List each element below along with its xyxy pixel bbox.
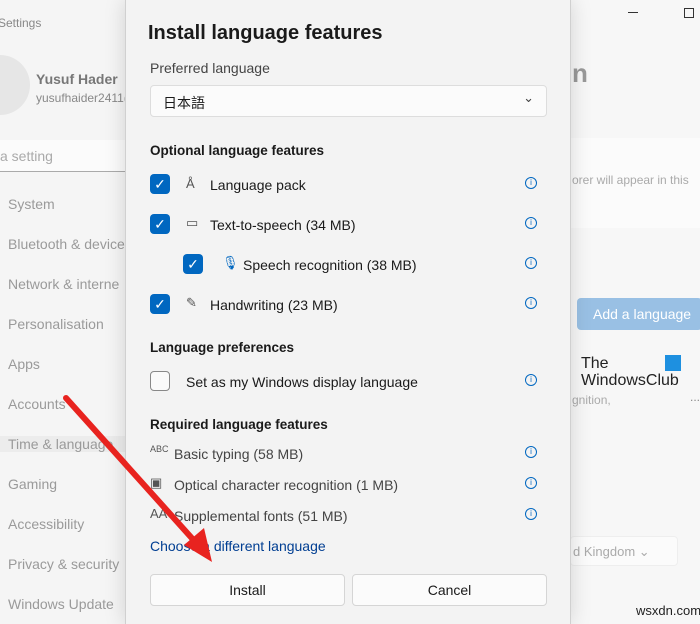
red-arrow-annotation — [63, 395, 212, 562]
